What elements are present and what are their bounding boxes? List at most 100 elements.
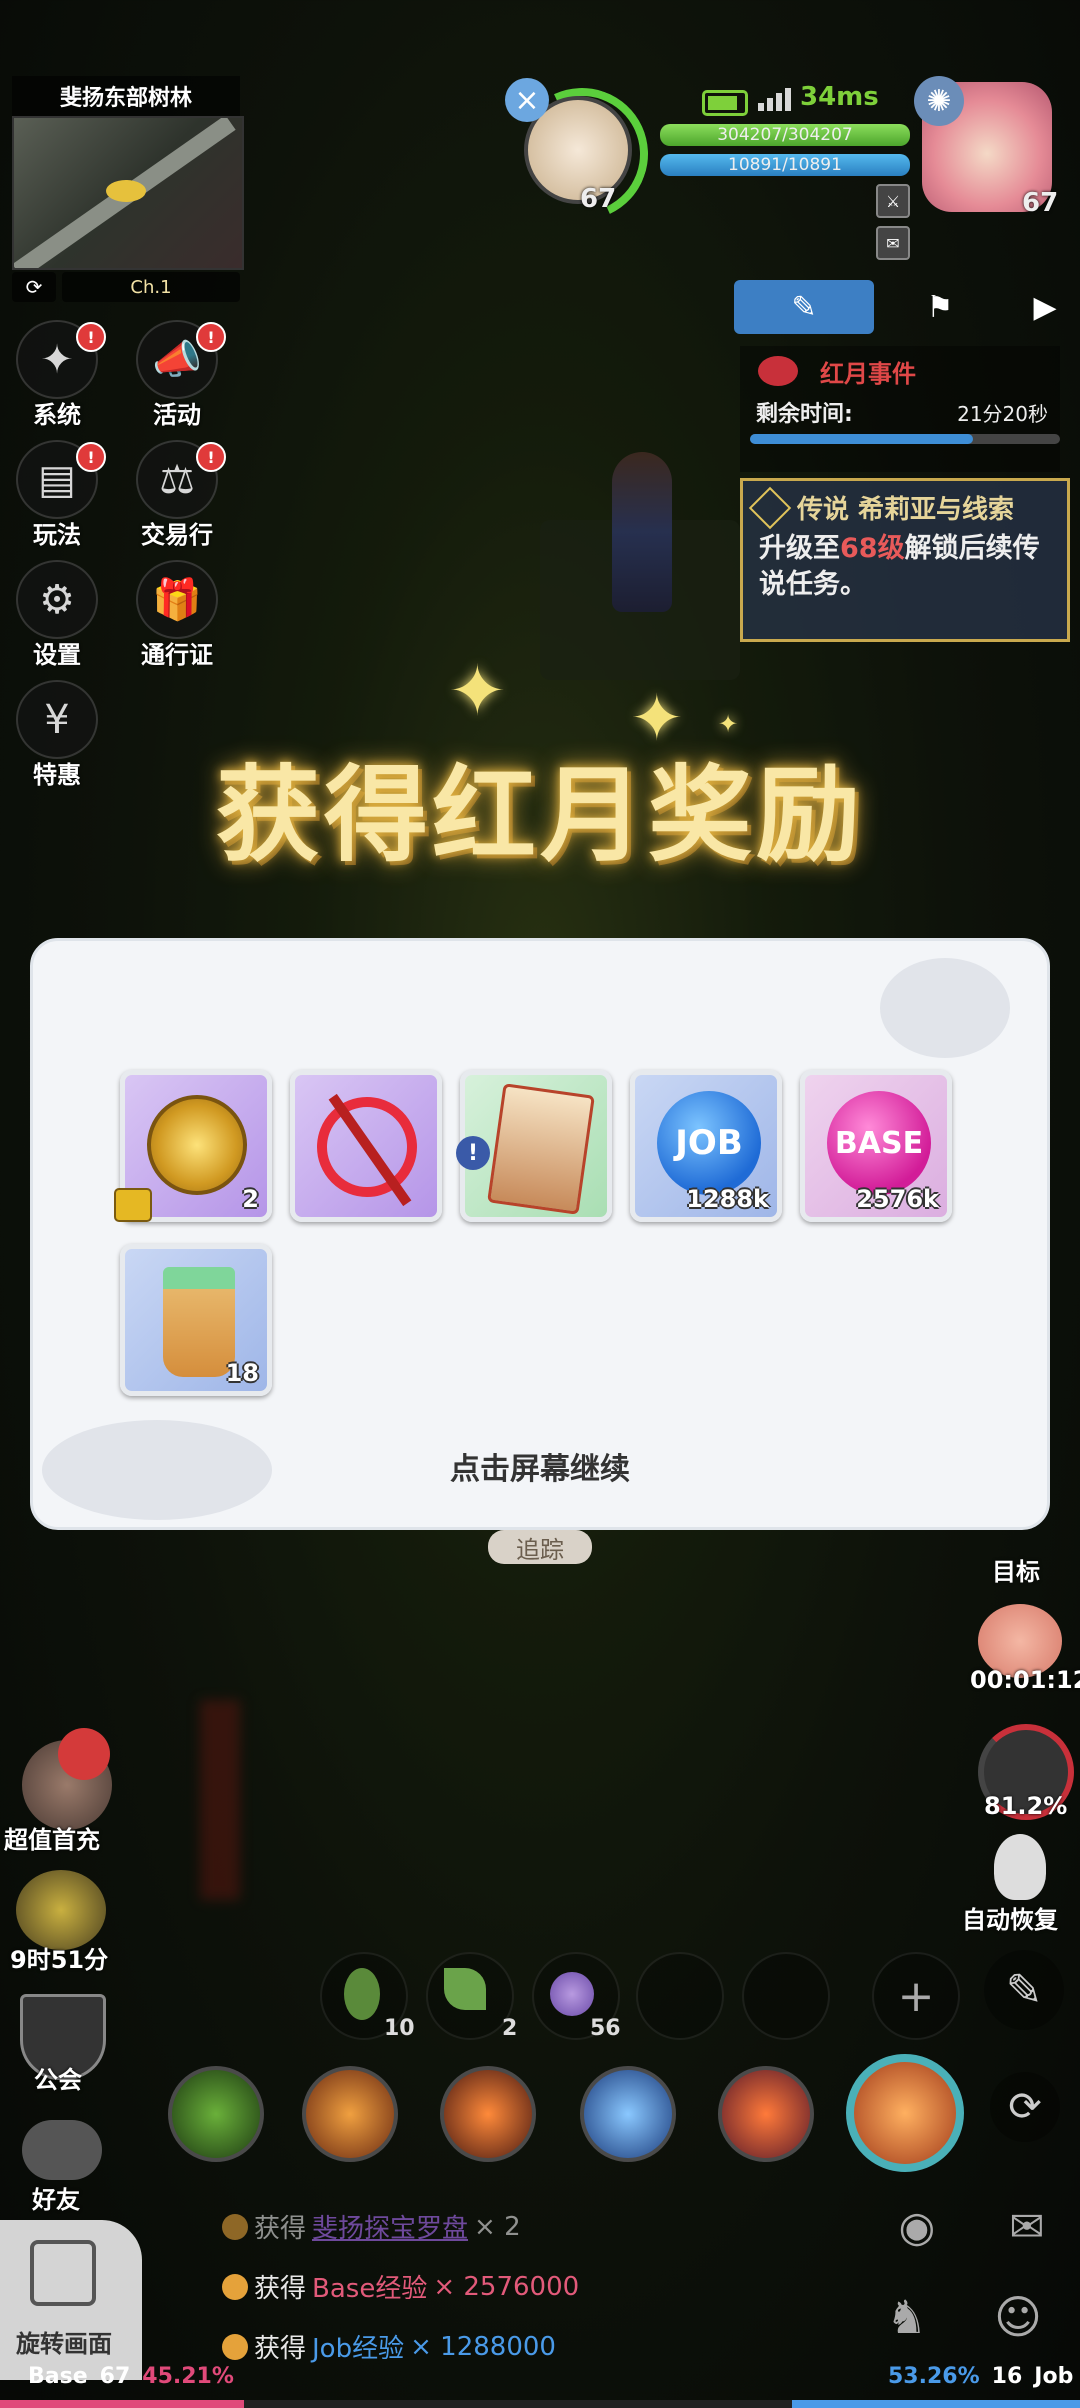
reward-item[interactable]: 18 (120, 1244, 272, 1396)
menu-settings-button[interactable]: ⚙ 设置 (2, 560, 112, 670)
channel-row: ⟳ Ch.1 (12, 272, 240, 302)
menu-gameplay-button[interactable]: ▤ 玩法 ! (2, 440, 112, 550)
red-moon-icon (758, 356, 798, 386)
first-recharge-label[interactable]: 超值首充 (4, 1820, 100, 1855)
coin-icon (222, 2333, 248, 2360)
map-name: 斐扬东部树林 (12, 76, 240, 116)
potion-orb-icon (550, 1972, 594, 2016)
item-qty: 18 (225, 1359, 259, 1387)
tab-quest[interactable]: ✎ (734, 280, 874, 334)
menu-pass-button[interactable]: 🎁 通行证 (122, 560, 232, 670)
notification-badge: ! (76, 442, 106, 472)
remaining-value: 21分20秒 (957, 402, 1048, 426)
log-line: 获得 斐扬探宝罗盘 × 2 (222, 2208, 521, 2245)
item-qty: 2 (502, 2016, 518, 2041)
log-line: 获得 Job经验 × 1288000 (222, 2328, 556, 2365)
event-progress-bar (750, 434, 1060, 444)
herb-icon (344, 1968, 380, 2020)
item-qty: 10 (384, 2016, 415, 2041)
weight-percent: 81.2% (984, 1792, 1068, 1820)
coin-icon (222, 2213, 248, 2240)
tab-expand-arrow-icon[interactable]: ▶ (1020, 280, 1070, 334)
bubble-tea-icon (163, 1267, 235, 1377)
mail-icon[interactable]: ✉ (992, 2196, 1062, 2256)
sp-bar: 10891/10891 (660, 154, 910, 176)
target-label[interactable]: 目标 (992, 1552, 1040, 1587)
rotate-icon (30, 2240, 96, 2306)
reward-item[interactable] (290, 1070, 442, 1222)
quick-item-slot[interactable] (636, 1952, 724, 2040)
sword-quill-icon[interactable]: ✎ (984, 1950, 1064, 2030)
skill-button[interactable] (168, 2066, 264, 2162)
event-timer: 00:01:12 (970, 1666, 1080, 1694)
switch-target-icon[interactable]: ⟳ (990, 2072, 1060, 2142)
legend-quest-card[interactable]: 传说 希莉亚与线索 升级至68级解锁后续传说任务。 (740, 478, 1070, 642)
red-moon-event[interactable]: 红月事件 剩余时间: 21分20秒 (740, 346, 1060, 472)
guild-label[interactable]: 公会 (34, 2060, 82, 2095)
channel-label[interactable]: Ch.1 (62, 272, 240, 302)
leaf-icon (444, 1968, 486, 2010)
mount-icon[interactable]: ♞ (886, 2290, 956, 2360)
event-title: 红月事件 (820, 360, 916, 388)
track-button[interactable]: 追踪 (488, 1530, 592, 1564)
rotate-screen-button[interactable]: 旋转画面 (0, 2220, 142, 2380)
legend-title: 传说 希莉亚与线索 (797, 495, 1015, 525)
notification-badge: ! (196, 442, 226, 472)
item-qty: 56 (590, 2016, 621, 2041)
player-marker-icon (106, 180, 146, 202)
menu-activity-button[interactable]: 📣 活动 ! (122, 320, 232, 430)
job-exp-label: 53.26% 16 Job (888, 2364, 1074, 2389)
skill-button[interactable] (440, 2066, 536, 2162)
tap-to-continue[interactable]: 点击屏幕继续 (0, 1444, 1080, 1488)
gear-icon: ⚙ (16, 560, 98, 639)
buff-icon[interactable]: ⚔ (876, 184, 910, 218)
menu-trade-button[interactable]: ⚖ 交易行 ! (122, 440, 232, 550)
battery-icon (702, 90, 748, 116)
emote-icon[interactable]: ☺ (994, 2290, 1064, 2360)
skill-button[interactable] (580, 2066, 676, 2162)
item-qty: 1288k (686, 1185, 769, 1213)
base-exp-bar (0, 2400, 540, 2408)
buff-icon[interactable]: ✉ (876, 226, 910, 260)
base-exp-fill (0, 2400, 245, 2408)
gift-icon: 🎁 (136, 560, 218, 639)
item-qty: 2 (242, 1185, 259, 1213)
pet-level: 67 (580, 184, 617, 214)
main-attack-button[interactable] (846, 2054, 964, 2172)
tab-team[interactable]: ⚑ (900, 280, 980, 334)
camera-icon[interactable]: ◉ (882, 2196, 952, 2256)
diamond-alert-icon (748, 486, 792, 530)
base-exp-label: Base 67 45.21% (28, 2364, 234, 2389)
ping-text: 34ms (800, 82, 879, 112)
hp-bar: 304207/304207 (660, 124, 910, 146)
item-qty: 2576k (856, 1185, 939, 1213)
chest-icon[interactable] (16, 1870, 106, 1950)
minimap[interactable] (12, 116, 244, 270)
job-exp-fill (792, 2400, 1080, 2408)
friends-label[interactable]: 好友 (32, 2180, 80, 2215)
gear-icon[interactable]: ✺ (914, 76, 964, 126)
auto-recover-label[interactable]: 自动恢复 (962, 1900, 1058, 1935)
info-icon[interactable]: ! (456, 1136, 490, 1170)
gold-astrolabe-icon (147, 1095, 247, 1195)
skill-button[interactable] (718, 2066, 814, 2162)
balloon-icon (58, 1728, 110, 1780)
base-exp-orb-icon: BASE (827, 1091, 931, 1195)
friends-icon[interactable] (22, 2120, 102, 2180)
reward-title: 获得红月奖励 (215, 754, 864, 876)
close-icon[interactable]: × (505, 78, 549, 122)
reward-item[interactable]: JOB 1288k (630, 1070, 782, 1222)
quick-item-slot[interactable] (742, 1952, 830, 2040)
decor-blob (880, 958, 1010, 1058)
rotate-label: 旋转画面 (16, 2330, 112, 2358)
potion-icon[interactable] (994, 1834, 1046, 1900)
log-line: 获得 Base经验 × 2576000 (222, 2268, 579, 2305)
legend-desc: 升级至68级解锁后续传说任务。 (759, 533, 1040, 600)
reward-item[interactable]: BASE 2576k (800, 1070, 952, 1222)
lock-icon (114, 1188, 152, 1222)
menu-system-button[interactable]: ✦ 系统 ! (2, 320, 112, 430)
add-slot-button[interactable]: + (872, 1952, 960, 2040)
job-exp-bar (540, 2400, 1080, 2408)
refresh-icon[interactable]: ⟳ (12, 272, 56, 302)
skill-button[interactable] (302, 2066, 398, 2162)
